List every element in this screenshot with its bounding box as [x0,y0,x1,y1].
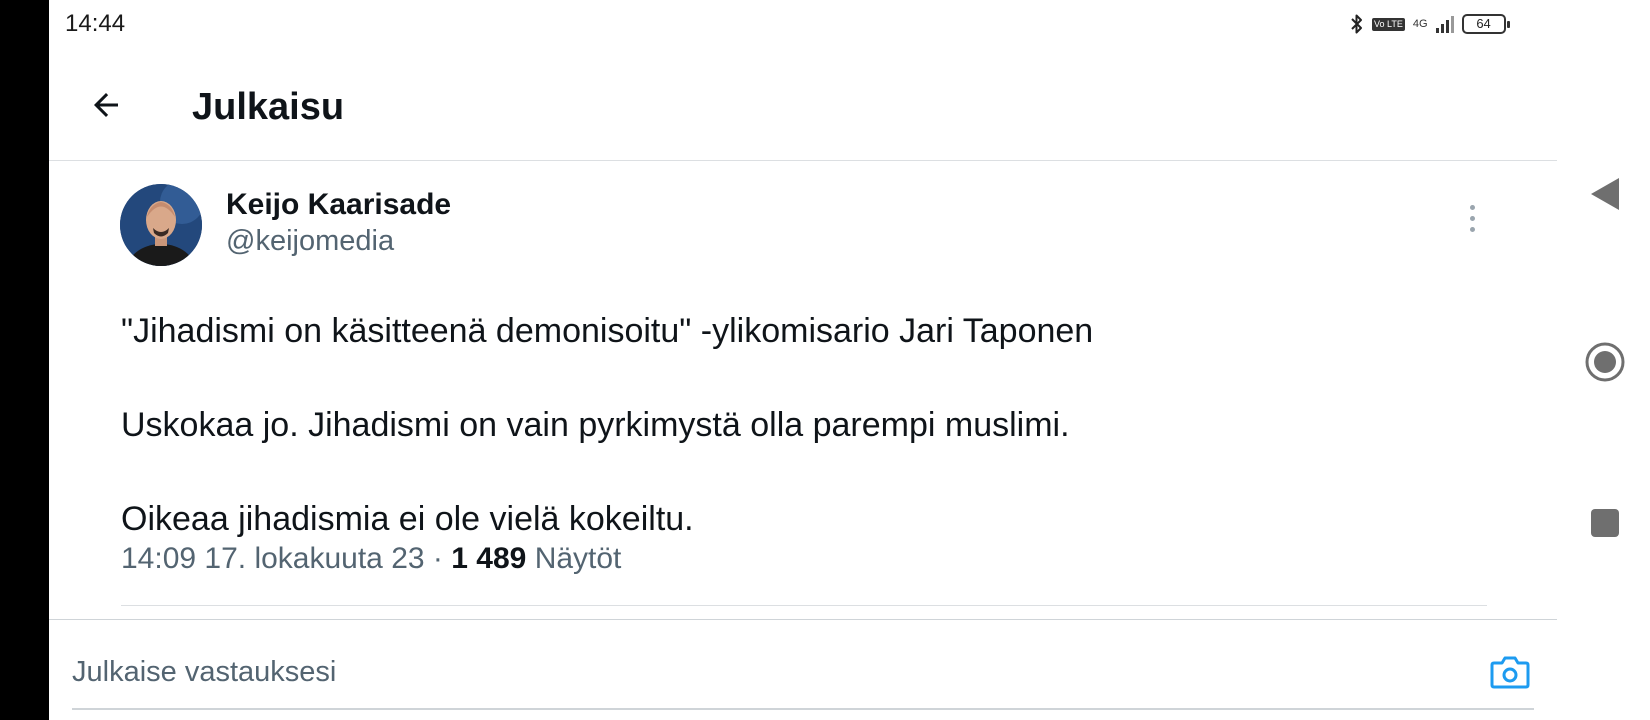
post-divider [121,605,1487,606]
system-home-button[interactable] [1583,340,1627,384]
battery-icon: 64 [1461,14,1510,34]
views-count[interactable]: 1 489 [451,542,526,575]
reply-underline [72,708,1534,710]
reply-input[interactable] [72,650,1462,694]
status-time: 14:44 [65,10,126,37]
post-text: "Jihadismi on käsitteenä demonisoitu" -y… [121,284,1501,566]
post-line: "Jihadismi on käsitteenä demonisoitu" -y… [121,312,1094,350]
back-button[interactable] [84,83,128,127]
post-line: Uskokaa jo. Jihadismi on vain pyrkimystä… [121,406,1070,444]
nav-recents-icon [1591,509,1619,537]
volte-icon: Vo LTE [1372,17,1405,31]
arrow-left-icon [94,93,118,117]
post-timestamp[interactable]: 14:09 17. lokakuuta 23 [121,542,425,575]
page-title: Julkaisu [192,86,345,128]
system-recents-button[interactable] [1589,507,1621,539]
more-options-button[interactable] [1458,200,1486,236]
author-name[interactable]: Keijo Kaarisade [226,188,451,222]
views-label[interactable]: Näytöt [535,542,622,575]
system-back-button[interactable] [1585,172,1625,216]
post-meta: 14:09 17. lokakuuta 23 · 1 489 Näytöt [121,542,621,576]
avatar-image [120,184,202,266]
header-divider [49,160,1557,161]
meta-separator: · [432,542,443,575]
app-screen: 14:44 Vo LTE 4G 64 Julkaisu Keijo Kaaris… [0,0,1650,720]
camera-icon [1490,656,1530,689]
more-vertical-icon [1469,204,1475,210]
bluetooth-icon [1351,14,1362,34]
camera-button[interactable] [1488,650,1532,694]
status-icons: Vo LTE 4G 64 [1350,10,1510,38]
reply-divider [49,619,1557,620]
screen-bezel [0,0,49,720]
nav-home-icon [1585,342,1625,382]
network-type: 4G [1412,17,1428,30]
author-handle[interactable]: @keijomedia [226,225,394,258]
signal-icon [1435,15,1454,33]
nav-back-icon [1591,178,1619,210]
avatar[interactable] [120,184,202,266]
